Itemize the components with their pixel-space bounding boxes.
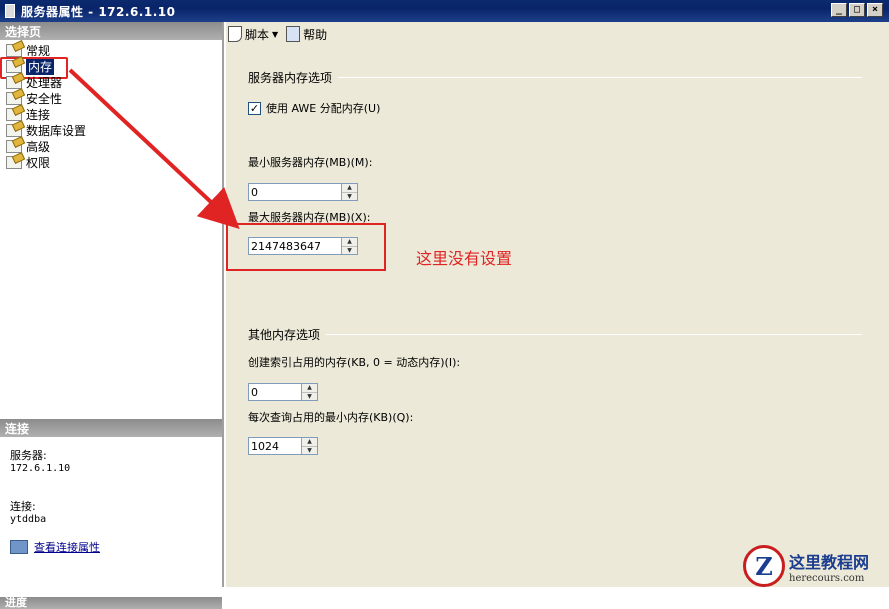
page-item-label: 安全性 — [26, 91, 63, 106]
page-icon — [6, 59, 22, 73]
max-memory-highlight — [226, 223, 386, 271]
script-icon — [228, 26, 242, 42]
page-item-memory[interactable]: 内存 — [0, 57, 222, 79]
select-page-header: 选择页 — [0, 22, 222, 40]
server-label: 服务器: — [10, 449, 47, 462]
server-properties-icon — [5, 4, 15, 18]
page-item-processor[interactable]: 处理器 — [6, 74, 222, 90]
page-item-label: 权限 — [26, 155, 51, 170]
view-connection-properties-link[interactable]: 查看连接属性 — [10, 539, 212, 555]
window-controls: _ □ × — [831, 3, 883, 17]
watermark-text: 这里教程网 herecours.com — [789, 549, 869, 584]
spin-up-icon[interactable]: ▲ — [342, 184, 357, 193]
spin-buttons: ▲ ▼ — [341, 184, 357, 200]
page-icon — [6, 155, 22, 169]
other-memory-group-title: 其他内存选项 — [248, 328, 321, 342]
use-awe-label: 使用 AWE 分配内存(U) — [266, 102, 381, 115]
connection-label: 连接: — [10, 500, 36, 513]
script-label: 脚本 — [245, 27, 270, 42]
page-item-label: 连接 — [26, 107, 51, 122]
right-pane: 脚本 ▼ 帮助 服务器内存选项 ✓ 使用 AWE 分配内存(U) 最小服务器内存… — [226, 22, 889, 587]
toolbar: 脚本 ▼ 帮助 — [226, 22, 889, 46]
index-memory-input[interactable] — [249, 384, 301, 400]
page-item-security[interactable]: 安全性 — [6, 90, 222, 106]
help-button[interactable]: 帮助 — [286, 26, 327, 43]
connection-section: 连接 服务器: 172.6.1.10 连接: ytddba 查看连接属性 — [0, 419, 222, 563]
page-item-advanced[interactable]: 高级 — [6, 138, 222, 154]
use-awe-checkbox[interactable]: ✓ — [248, 101, 261, 115]
connection-value: ytddba — [10, 514, 47, 525]
min-server-memory-spinner[interactable]: ▲ ▼ — [248, 183, 358, 201]
page-item-label: 高级 — [26, 139, 51, 154]
other-memory-group: 其他内存选项 — [248, 326, 862, 343]
progress-header: 进度 — [0, 597, 222, 609]
title-bar: 服务器属性 - 172.6.1.10 _ □ × — [0, 0, 889, 22]
server-memory-group-title: 服务器内存选项 — [248, 71, 333, 85]
spin-down-icon[interactable]: ▼ — [342, 192, 357, 200]
maximize-button[interactable]: □ — [849, 3, 865, 17]
server-value: 172.6.1.10 — [10, 463, 71, 474]
chevron-down-icon[interactable]: ▼ — [272, 30, 278, 39]
spin-down-icon[interactable]: ▼ — [302, 446, 317, 454]
spin-buttons: ▲ ▼ — [301, 438, 317, 454]
page-item-database-settings[interactable]: 数据库设置 — [6, 122, 222, 138]
site-watermark: Z 这里教程网 herecours.com — [743, 545, 889, 587]
spin-down-icon[interactable]: ▼ — [302, 392, 317, 400]
watermark-url: herecours.com — [789, 572, 865, 584]
help-icon — [286, 26, 301, 42]
page-item-label: 处理器 — [26, 75, 63, 90]
help-label: 帮助 — [303, 27, 328, 42]
group-divider — [326, 334, 862, 335]
page-icon — [6, 91, 22, 105]
page-icon — [6, 139, 22, 153]
connection-properties-icon — [10, 540, 28, 554]
view-connection-properties-label: 查看连接属性 — [34, 541, 100, 554]
spin-up-icon[interactable]: ▲ — [302, 438, 317, 447]
script-button[interactable]: 脚本 ▼ — [228, 26, 278, 43]
server-memory-group: 服务器内存选项 — [248, 69, 862, 86]
min-query-memory-input[interactable] — [249, 438, 301, 454]
close-button[interactable]: × — [867, 3, 883, 17]
page-item-connections[interactable]: 连接 — [6, 106, 222, 122]
page-item-label: 数据库设置 — [26, 123, 87, 138]
page-icon — [6, 123, 22, 137]
page-icon — [6, 75, 22, 89]
page-item-label: 常规 — [26, 43, 51, 58]
use-awe-row[interactable]: ✓ 使用 AWE 分配内存(U) — [248, 100, 380, 116]
group-divider — [338, 77, 862, 78]
minimize-button[interactable]: _ — [831, 3, 847, 17]
page-icon — [6, 107, 22, 121]
min-server-memory-input[interactable] — [249, 184, 341, 200]
page-item-label: 内存 — [26, 57, 55, 75]
page-item-general[interactable]: 常规 — [6, 42, 222, 58]
index-memory-label: 创建索引占用的内存(KB, 0 = 动态内存)(I): — [248, 356, 461, 369]
annotation-text: 这里没有设置 — [416, 249, 513, 268]
left-pane: 选择页 常规 内存 处理器 安全性 连接 数据库设置 高级 权限 连接 服务器:… — [0, 22, 224, 609]
connection-body: 服务器: 172.6.1.10 连接: ytddba 查看连接属性 — [0, 437, 222, 563]
watermark-logo: Z — [743, 545, 785, 587]
spin-up-icon[interactable]: ▲ — [302, 384, 317, 393]
connection-header: 连接 — [0, 419, 222, 437]
page-item-permissions[interactable]: 权限 — [6, 154, 222, 170]
page-list: 常规 内存 处理器 安全性 连接 数据库设置 高级 权限 — [0, 40, 222, 170]
index-memory-spinner[interactable]: ▲ ▼ — [248, 383, 318, 401]
window-title: 服务器属性 - 172.6.1.10 — [21, 4, 176, 19]
watermark-title: 这里教程网 — [789, 552, 870, 572]
min-query-memory-spinner[interactable]: ▲ ▼ — [248, 437, 318, 455]
spin-buttons: ▲ ▼ — [301, 384, 317, 400]
min-server-memory-label: 最小服务器内存(MB)(M): — [248, 156, 373, 169]
min-query-memory-label: 每次查询占用的最小内存(KB)(Q): — [248, 411, 414, 424]
page-icon — [6, 43, 22, 57]
